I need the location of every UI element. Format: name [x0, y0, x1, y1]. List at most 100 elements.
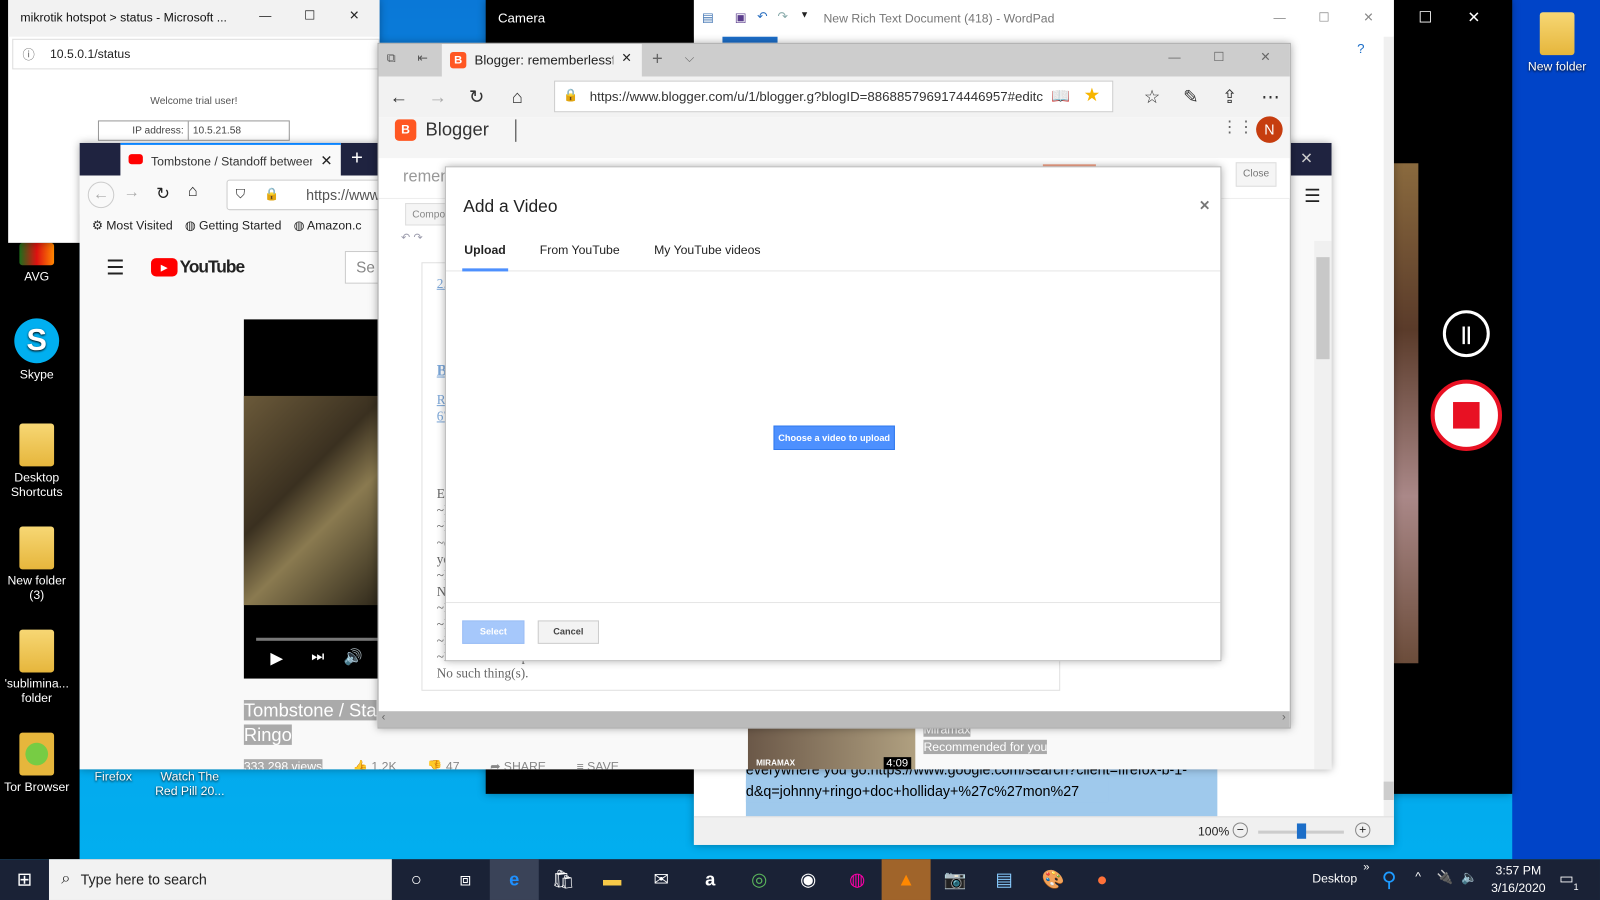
- minimize-button[interactable]: —: [1273, 10, 1285, 24]
- apps-grid-icon[interactable]: ⋮⋮: [1221, 117, 1254, 137]
- desktop-icon-red-pill[interactable]: Watch The Red Pill 20...: [153, 769, 226, 798]
- reload-button[interactable]: ↻: [156, 184, 170, 204]
- close-button[interactable]: ✕: [1300, 149, 1313, 167]
- close-button[interactable]: ✕: [1260, 50, 1270, 64]
- amazon-icon[interactable]: a: [686, 859, 735, 900]
- edge-taskbar-icon[interactable]: e: [489, 859, 539, 900]
- paint-icon[interactable]: 🎨: [1029, 859, 1078, 900]
- bookmark-amazon[interactable]: ◍ Amazon.c: [294, 218, 362, 236]
- tab-my-youtube-videos[interactable]: My YouTube videos: [654, 243, 760, 257]
- choose-video-button[interactable]: Choose a video to upload: [773, 425, 895, 450]
- forward-button[interactable]: →: [419, 79, 456, 116]
- power-icon[interactable]: 🔌: [1437, 869, 1454, 885]
- desktop-icon-avg[interactable]: AVG: [3, 242, 70, 284]
- help-icon[interactable]: ?: [1357, 41, 1364, 56]
- reading-view-icon[interactable]: 📖: [1051, 87, 1070, 105]
- back-button[interactable]: ←: [381, 79, 418, 116]
- task-view-icon[interactable]: ⧈: [441, 859, 490, 900]
- share-button[interactable]: ➦ SHARE: [490, 759, 546, 769]
- close-tab-icon[interactable]: ✕: [621, 51, 631, 65]
- vlc-icon[interactable]: ▲: [881, 859, 931, 900]
- desktop-icon-desktop-shortcuts[interactable]: Desktop Shortcuts: [3, 423, 70, 499]
- maximize-button[interactable]: ☐: [1318, 10, 1329, 24]
- home-button[interactable]: ⌂: [188, 183, 198, 201]
- tab-preview-icon[interactable]: ⧉: [387, 51, 396, 66]
- save-icon[interactable]: ▣: [735, 10, 747, 24]
- video-progress-bar[interactable]: [256, 637, 387, 641]
- close-button[interactable]: ✕: [349, 8, 359, 22]
- menu-icon[interactable]: ☰: [106, 255, 124, 281]
- close-editor-button[interactable]: Close: [1235, 162, 1277, 187]
- mail-icon[interactable]: ✉: [637, 859, 686, 900]
- play-button[interactable]: ▶: [270, 648, 283, 668]
- share-icon[interactable]: ⇪: [1211, 79, 1248, 116]
- desktop-icon-new-folder[interactable]: New folder: [1522, 12, 1591, 73]
- close-button[interactable]: ✕: [1363, 10, 1373, 24]
- zoom-out-button[interactable]: −: [1232, 822, 1248, 838]
- minimize-button[interactable]: —: [1168, 50, 1180, 64]
- camera-taskbar-icon[interactable]: 📷: [931, 859, 980, 900]
- address-bar[interactable]: ⓘ 10.5.0.1/status: [12, 38, 380, 70]
- url-bar[interactable]: ⛉ 🔒 https://www: [226, 179, 390, 211]
- avatar[interactable]: N: [1256, 116, 1283, 143]
- desktop-toolbar-label[interactable]: Desktop: [1312, 871, 1357, 885]
- close-tab-icon[interactable]: ✕: [320, 152, 332, 169]
- home-button[interactable]: ⌂: [499, 79, 536, 116]
- horizontal-scrollbar[interactable]: ‹ ›: [378, 711, 1290, 728]
- yt-menu-icon[interactable]: ☰: [1304, 186, 1320, 207]
- youtube-logo[interactable]: ▶ YouTube: [151, 257, 245, 277]
- zoom-slider-thumb[interactable]: [1296, 823, 1307, 839]
- redo-icon[interactable]: ↷: [778, 9, 788, 23]
- tab-upload[interactable]: Upload: [462, 239, 508, 272]
- stop-recording-button[interactable]: [1430, 379, 1503, 452]
- dialog-close-icon[interactable]: ✕: [1199, 198, 1210, 214]
- new-tab-button[interactable]: +: [652, 48, 663, 69]
- refresh-button[interactable]: ↻: [458, 79, 495, 116]
- store-icon[interactable]: 🛍: [539, 859, 588, 900]
- next-button[interactable]: ⏭: [311, 648, 324, 665]
- desktop-icon-new-folder-3[interactable]: New folder (3): [3, 526, 70, 602]
- wordpad-scrollbar[interactable]: [1383, 36, 1394, 817]
- desktop-icon-firefox[interactable]: Firefox: [80, 769, 147, 783]
- notes-pen-icon[interactable]: ✎: [1172, 79, 1209, 116]
- volume-button[interactable]: 🔊: [344, 648, 363, 666]
- favorites-icon[interactable]: ☆: [1134, 79, 1171, 116]
- volume-icon[interactable]: 🔈: [1461, 869, 1478, 885]
- cancel-button[interactable]: Cancel: [537, 620, 599, 644]
- close-button[interactable]: ✕: [1467, 8, 1480, 26]
- clock[interactable]: 3:57 PM 3/16/2020: [1486, 862, 1551, 897]
- firefox-scrollbar[interactable]: [1314, 240, 1332, 770]
- favorite-star-icon[interactable]: ★: [1084, 85, 1100, 106]
- notifications-icon[interactable]: ▭: [1559, 869, 1573, 887]
- network-search-icon[interactable]: ⚲: [1382, 867, 1397, 893]
- tab-from-youtube[interactable]: From YouTube: [540, 243, 620, 257]
- blogger-logo-text[interactable]: Blogger: [426, 119, 489, 140]
- quick-access-dropdown-icon[interactable]: ▼: [800, 9, 809, 19]
- like-button[interactable]: 👍 1.2K: [353, 759, 397, 769]
- more-icon[interactable]: ⋯: [1252, 79, 1289, 116]
- tab-blogger[interactable]: B Blogger: rememberlessf ✕: [441, 43, 642, 77]
- cortana-icon[interactable]: ○: [392, 859, 441, 900]
- recommended-thumbnail[interactable]: MIRAMAX 4:09: [747, 728, 916, 770]
- new-tab-button[interactable]: +: [351, 147, 363, 170]
- desktop-icon-tor-browser[interactable]: Tor Browser: [3, 732, 70, 794]
- set-tabs-aside-icon[interactable]: ⇤: [417, 51, 427, 65]
- forward-button[interactable]: →: [123, 184, 139, 202]
- tripadvisor-icon[interactable]: ◎: [735, 859, 784, 900]
- undo-icon[interactable]: ↶ ↷: [401, 231, 423, 244]
- address-bar[interactable]: 🔒 https://www.blogger.com/u/1/blogger.g?…: [554, 80, 1114, 113]
- webcam-app-icon[interactable]: ◉: [784, 859, 833, 900]
- color-app-icon[interactable]: ◍: [833, 859, 882, 900]
- dislike-button[interactable]: 👎 47: [427, 759, 459, 769]
- zoom-in-button[interactable]: +: [1355, 822, 1371, 838]
- bookmark-getting-started[interactable]: ◍ Getting Started: [185, 218, 281, 236]
- wordpad-taskbar-icon[interactable]: ▤: [980, 859, 1029, 900]
- minimize-button[interactable]: —: [259, 8, 271, 22]
- back-button[interactable]: ←: [87, 181, 115, 209]
- start-button[interactable]: ⊞: [0, 859, 49, 900]
- maximize-button[interactable]: ☐: [1213, 50, 1224, 64]
- undo-icon[interactable]: ↶: [757, 9, 767, 23]
- save-button[interactable]: ≡ SAVE: [577, 759, 619, 769]
- desktop-icon-skype[interactable]: S Skype: [3, 318, 70, 382]
- video-player[interactable]: ▶ ⏭ 🔊: [243, 319, 387, 679]
